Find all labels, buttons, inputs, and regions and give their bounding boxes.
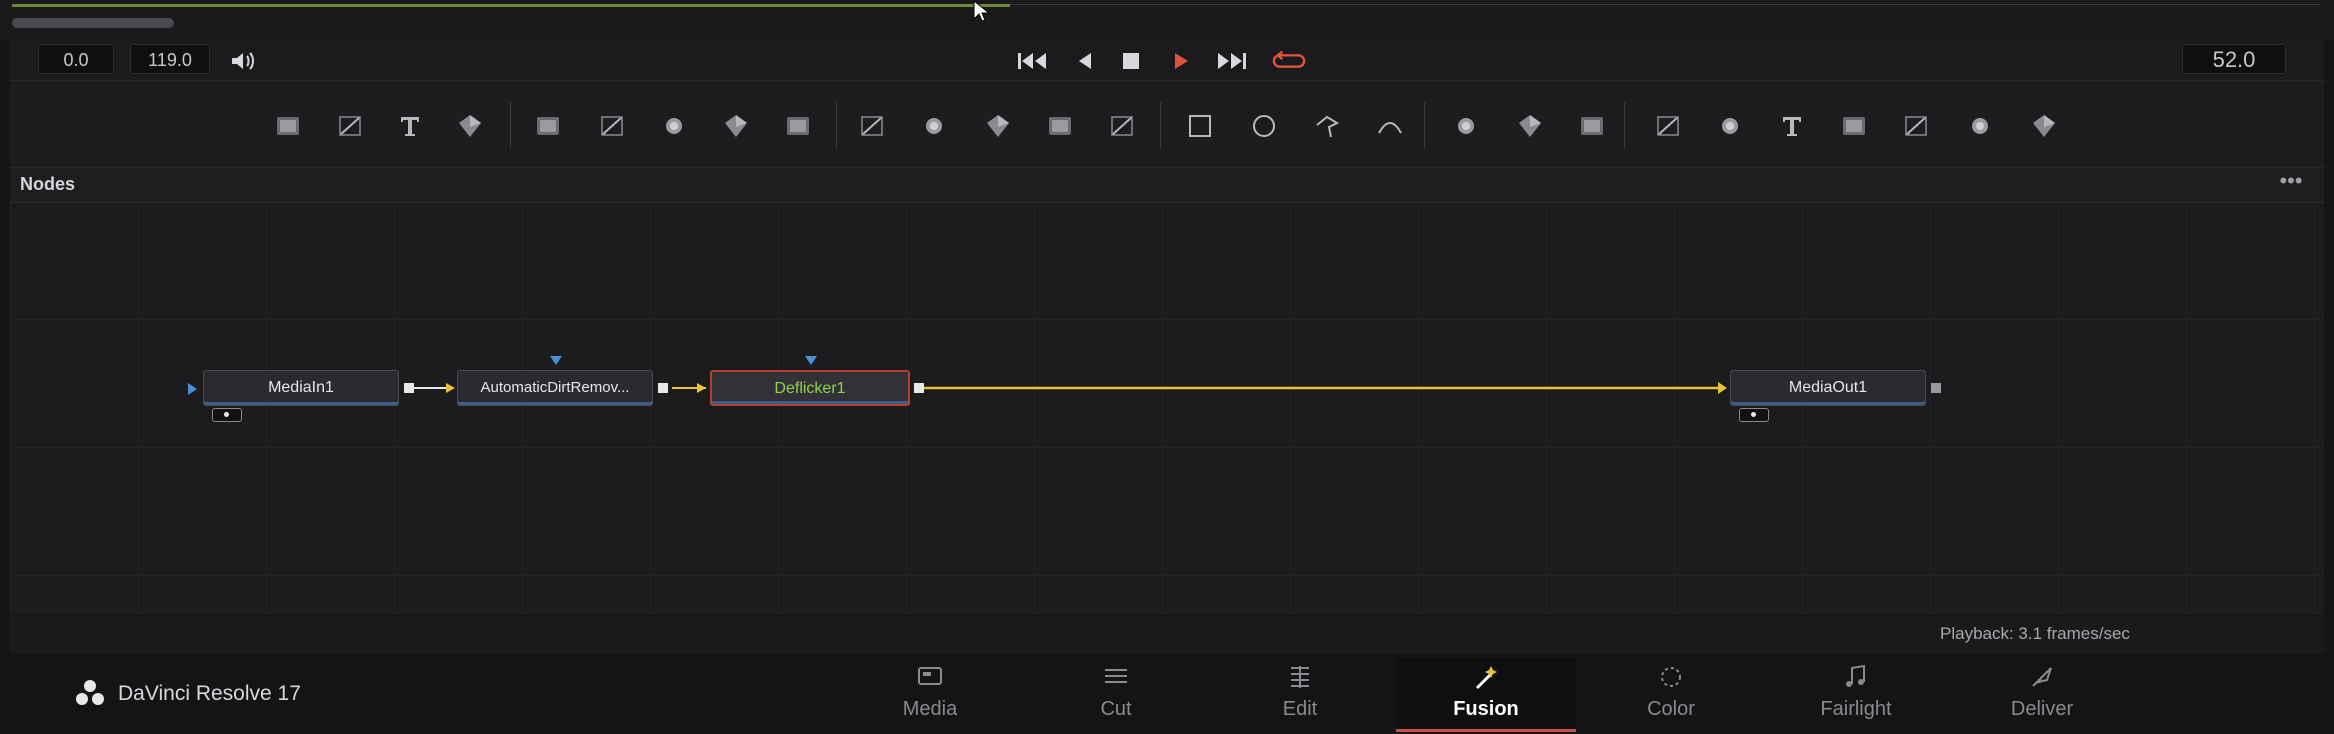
- mediaout1-output-port[interactable]: [1931, 383, 1941, 393]
- dirt-removal-output-port[interactable]: [658, 383, 668, 393]
- fusion-page-icon: [1475, 666, 1497, 690]
- deflicker1-output-port[interactable]: [914, 383, 924, 393]
- node-automatic-dirt-removal[interactable]: AutomaticDirtRemov...: [457, 370, 653, 406]
- mediain1-output-port[interactable]: [404, 383, 414, 393]
- page-tab-cut[interactable]: Cut: [1026, 658, 1206, 728]
- app-brand-label: DaVinci Resolve 17: [118, 682, 301, 705]
- page-tab-label: Fairlight: [1820, 698, 1892, 720]
- mediain1-view-indicator-icon[interactable]: [212, 408, 242, 422]
- page-tab-label: Media: [902, 698, 958, 720]
- deliver-page-icon: [2032, 667, 2052, 687]
- color-page-icon: [1661, 667, 1681, 687]
- fairlight-page-icon: [1846, 664, 1865, 687]
- media-page-icon: [918, 667, 942, 685]
- cut-page-icon: [1105, 669, 1127, 683]
- node-mediaout1[interactable]: MediaOut1: [1730, 370, 1926, 406]
- page-tab-label: Fusion: [1453, 698, 1519, 720]
- deflicker-mask-input-icon[interactable]: [805, 356, 817, 365]
- page-tab-label: Color: [1647, 698, 1695, 720]
- page-tab-fairlight[interactable]: Fairlight: [1766, 658, 1946, 728]
- node-deflicker1[interactable]: Deflicker1: [710, 370, 910, 406]
- page-tab-label: Deliver: [2010, 698, 2074, 720]
- page-tab-color[interactable]: Color: [1581, 658, 1761, 728]
- mediaout1-view-indicator-icon[interactable]: [1739, 408, 1769, 422]
- node-mediain1[interactable]: MediaIn1: [203, 370, 399, 406]
- mediain-input-arrow-icon: [188, 383, 197, 395]
- edit-page-icon: [1291, 666, 1309, 688]
- dirt-removal-mask-input-icon[interactable]: [550, 356, 562, 365]
- page-tab-deliver[interactable]: Deliver: [1952, 658, 2132, 728]
- davinci-resolve-logo-icon: [76, 680, 104, 705]
- playback-rate: Playback: 3.1 frames/sec: [1940, 624, 2130, 643]
- page-tab-edit[interactable]: Edit: [1210, 658, 1390, 728]
- page-tab-fusion[interactable]: Fusion: [1396, 658, 1576, 732]
- page-tab-media[interactable]: Media: [840, 658, 1020, 728]
- page-tab-label: Cut: [1100, 698, 1132, 720]
- page-tab-label: Edit: [1282, 698, 1318, 720]
